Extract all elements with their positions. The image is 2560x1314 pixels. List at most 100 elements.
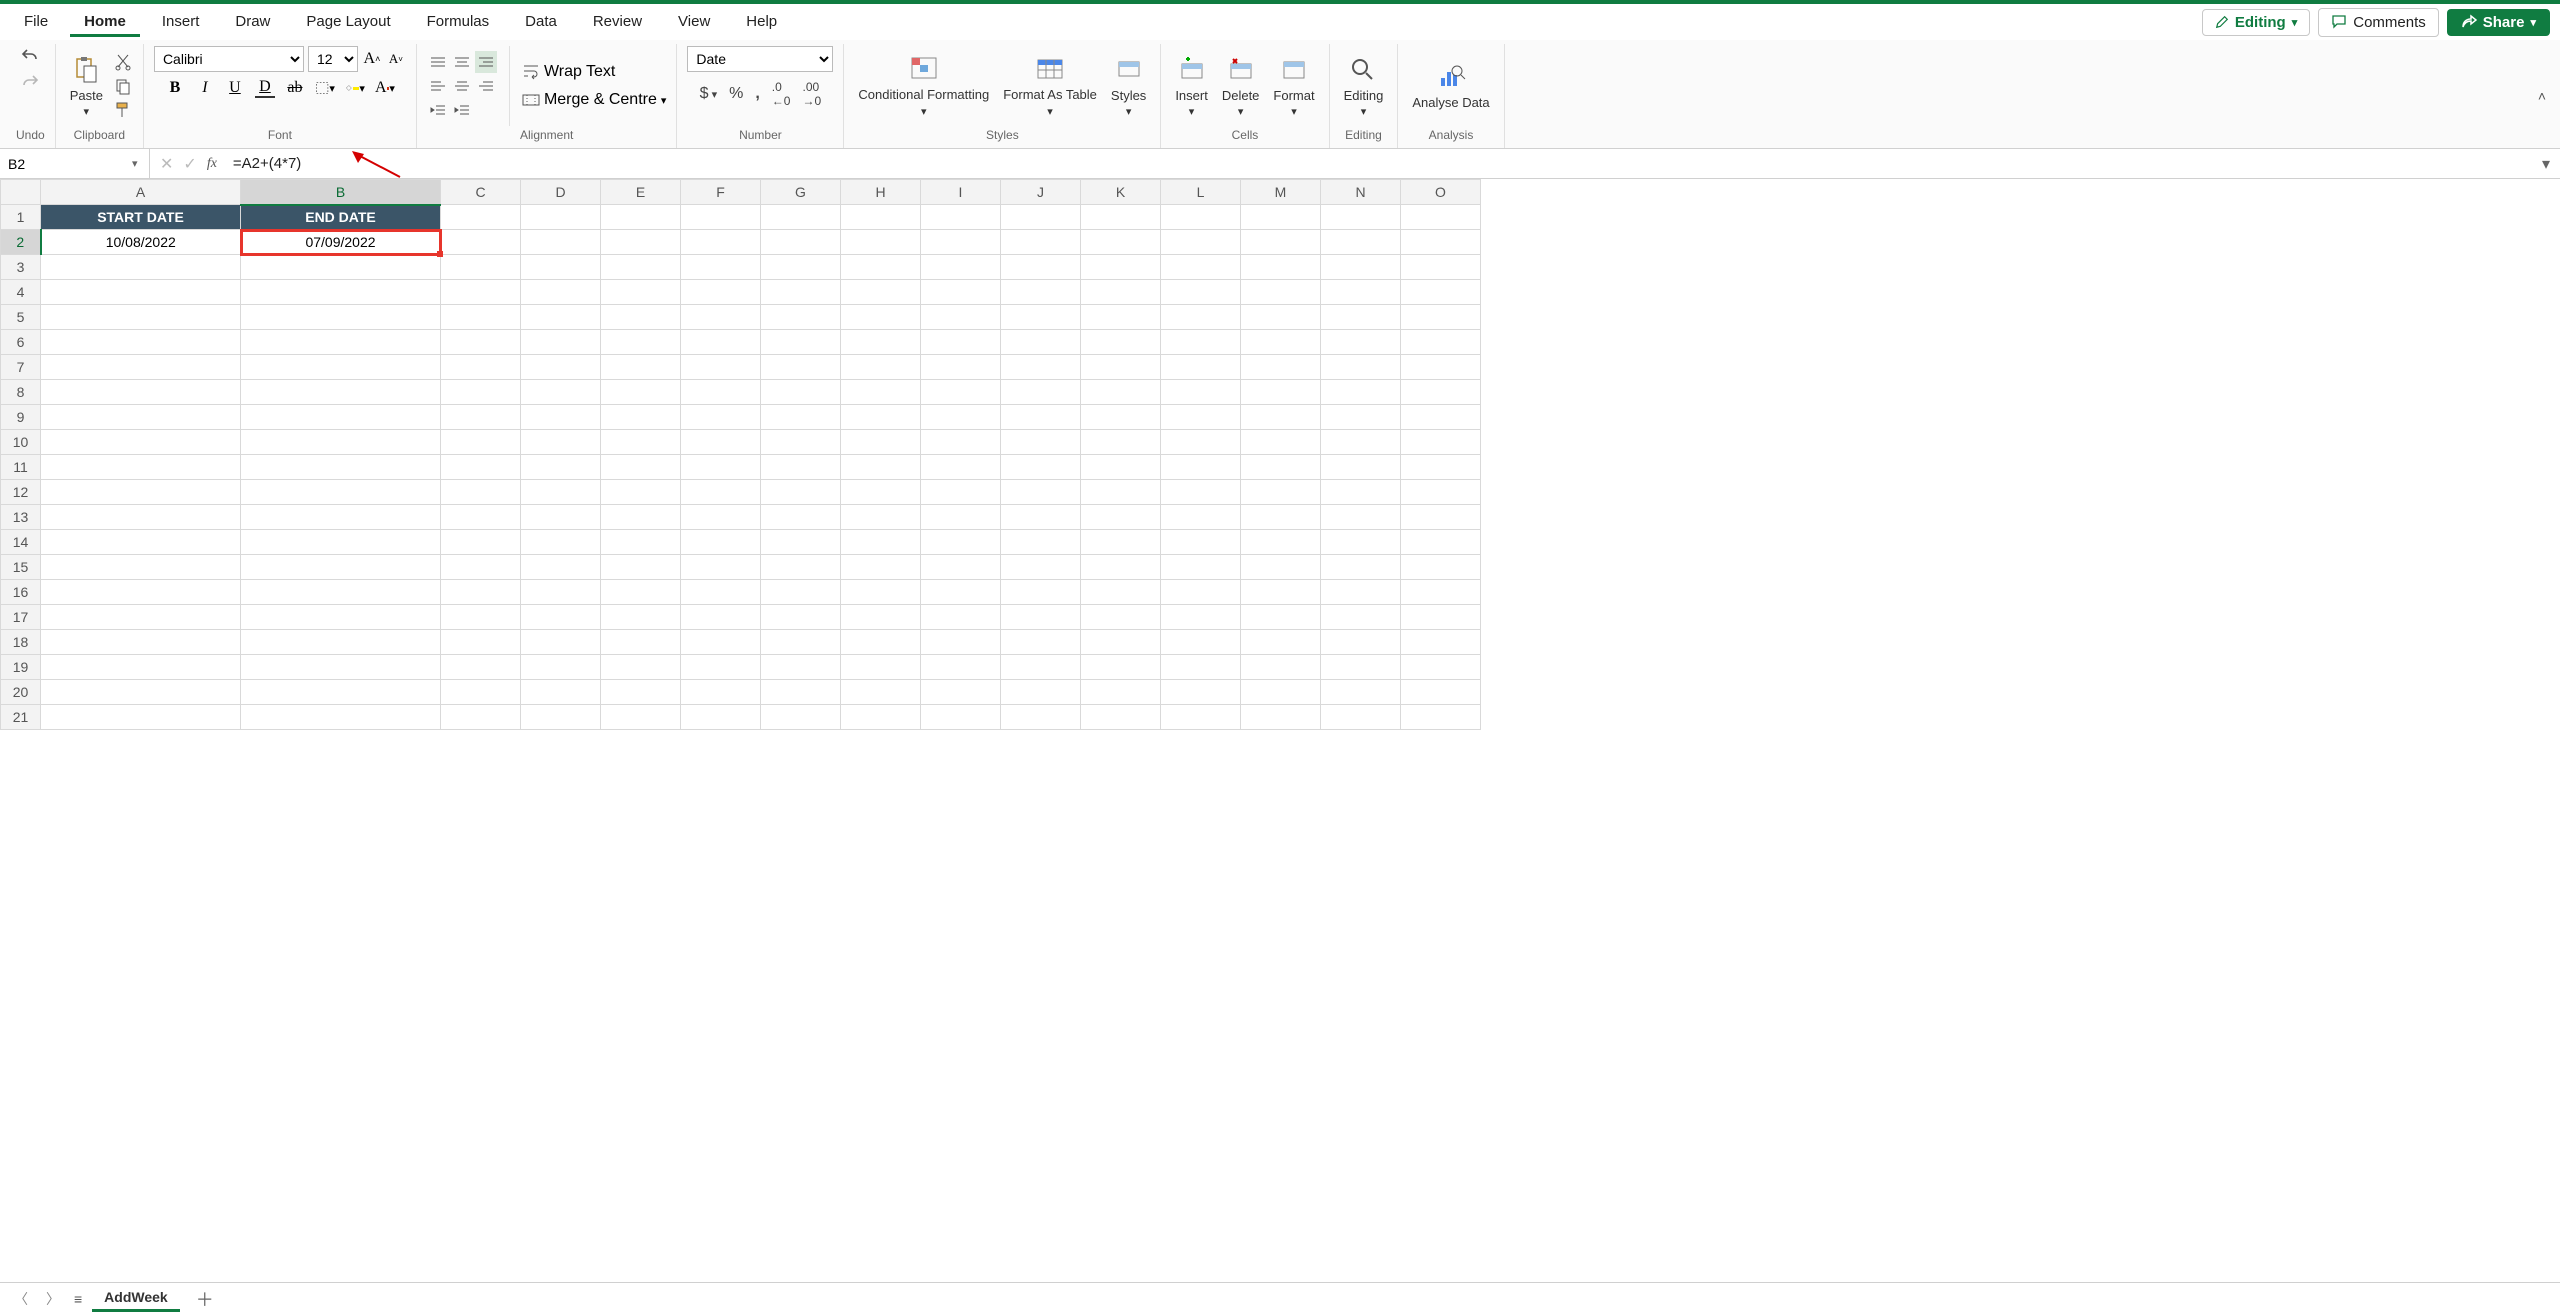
cell-M20[interactable] — [1241, 680, 1321, 705]
cell-F5[interactable] — [681, 305, 761, 330]
row-header-4[interactable]: 4 — [1, 280, 41, 305]
shrink-font-button[interactable]: A˅ — [386, 49, 406, 69]
align-top-right[interactable] — [475, 51, 497, 73]
cell-D14[interactable] — [521, 530, 601, 555]
cell-styles-button[interactable]: Styles▾ — [1107, 52, 1150, 120]
cell-L6[interactable] — [1161, 330, 1241, 355]
cell-K17[interactable] — [1081, 605, 1161, 630]
cell-N9[interactable] — [1321, 405, 1401, 430]
cell-G5[interactable] — [761, 305, 841, 330]
cell-L20[interactable] — [1161, 680, 1241, 705]
cell-H10[interactable] — [841, 430, 921, 455]
cell-F6[interactable] — [681, 330, 761, 355]
cell-K9[interactable] — [1081, 405, 1161, 430]
cell-M16[interactable] — [1241, 580, 1321, 605]
cell-M4[interactable] — [1241, 280, 1321, 305]
cell-I16[interactable] — [921, 580, 1001, 605]
decrease-decimal-button[interactable]: .00→0 — [802, 80, 821, 108]
cell-B10[interactable] — [241, 430, 441, 455]
cell-B2[interactable]: 07/09/2022 — [241, 230, 441, 255]
analyse-data-button[interactable]: Analyse Data — [1408, 60, 1493, 112]
cell-L11[interactable] — [1161, 455, 1241, 480]
cell-A11[interactable] — [41, 455, 241, 480]
cell-O11[interactable] — [1401, 455, 1481, 480]
cell-L21[interactable] — [1161, 705, 1241, 730]
cell-E14[interactable] — [601, 530, 681, 555]
cell-I17[interactable] — [921, 605, 1001, 630]
cell-B5[interactable] — [241, 305, 441, 330]
cell-L18[interactable] — [1161, 630, 1241, 655]
cell-M11[interactable] — [1241, 455, 1321, 480]
cell-F13[interactable] — [681, 505, 761, 530]
cell-E17[interactable] — [601, 605, 681, 630]
column-header-I[interactable]: I — [921, 180, 1001, 205]
cell-G20[interactable] — [761, 680, 841, 705]
cell-J12[interactable] — [1001, 480, 1081, 505]
cell-C2[interactable] — [441, 230, 521, 255]
cell-M15[interactable] — [1241, 555, 1321, 580]
cell-I19[interactable] — [921, 655, 1001, 680]
align-mid-center[interactable] — [451, 75, 473, 97]
cell-F14[interactable] — [681, 530, 761, 555]
percent-format-button[interactable]: % — [729, 85, 743, 103]
tab-formulas[interactable]: Formulas — [413, 7, 504, 37]
sheet-nav-prev[interactable]: 〈 — [10, 1289, 32, 1309]
cell-L14[interactable] — [1161, 530, 1241, 555]
cell-J18[interactable] — [1001, 630, 1081, 655]
cell-B19[interactable] — [241, 655, 441, 680]
cell-K3[interactable] — [1081, 255, 1161, 280]
cell-F7[interactable] — [681, 355, 761, 380]
cell-O18[interactable] — [1401, 630, 1481, 655]
cell-N6[interactable] — [1321, 330, 1401, 355]
delete-cells-button[interactable]: Delete▾ — [1218, 52, 1264, 120]
column-header-L[interactable]: L — [1161, 180, 1241, 205]
cell-K16[interactable] — [1081, 580, 1161, 605]
cell-N3[interactable] — [1321, 255, 1401, 280]
cell-L13[interactable] — [1161, 505, 1241, 530]
cell-K12[interactable] — [1081, 480, 1161, 505]
cell-C21[interactable] — [441, 705, 521, 730]
cell-D9[interactable] — [521, 405, 601, 430]
cell-C5[interactable] — [441, 305, 521, 330]
cell-L7[interactable] — [1161, 355, 1241, 380]
cell-A14[interactable] — [41, 530, 241, 555]
cell-J3[interactable] — [1001, 255, 1081, 280]
format-as-table-button[interactable]: Format As Table▾ — [999, 52, 1101, 119]
cell-C1[interactable] — [441, 205, 521, 230]
cell-G7[interactable] — [761, 355, 841, 380]
cell-K7[interactable] — [1081, 355, 1161, 380]
cell-D15[interactable] — [521, 555, 601, 580]
cell-N1[interactable] — [1321, 205, 1401, 230]
cell-E7[interactable] — [601, 355, 681, 380]
increase-indent[interactable] — [451, 99, 473, 121]
cell-C12[interactable] — [441, 480, 521, 505]
cell-B13[interactable] — [241, 505, 441, 530]
cell-F12[interactable] — [681, 480, 761, 505]
cell-B4[interactable] — [241, 280, 441, 305]
cell-C20[interactable] — [441, 680, 521, 705]
tab-file[interactable]: File — [10, 7, 62, 37]
cell-I7[interactable] — [921, 355, 1001, 380]
cell-E4[interactable] — [601, 280, 681, 305]
cell-H18[interactable] — [841, 630, 921, 655]
cell-H19[interactable] — [841, 655, 921, 680]
cell-I11[interactable] — [921, 455, 1001, 480]
cell-D13[interactable] — [521, 505, 601, 530]
cell-E20[interactable] — [601, 680, 681, 705]
row-header-15[interactable]: 15 — [1, 555, 41, 580]
cell-O20[interactable] — [1401, 680, 1481, 705]
cell-N20[interactable] — [1321, 680, 1401, 705]
row-header-14[interactable]: 14 — [1, 530, 41, 555]
cell-A17[interactable] — [41, 605, 241, 630]
cell-L19[interactable] — [1161, 655, 1241, 680]
cell-I5[interactable] — [921, 305, 1001, 330]
cell-H13[interactable] — [841, 505, 921, 530]
cell-D21[interactable] — [521, 705, 601, 730]
cell-D12[interactable] — [521, 480, 601, 505]
cell-A18[interactable] — [41, 630, 241, 655]
cell-L4[interactable] — [1161, 280, 1241, 305]
cell-L1[interactable] — [1161, 205, 1241, 230]
cell-L15[interactable] — [1161, 555, 1241, 580]
cell-F21[interactable] — [681, 705, 761, 730]
cell-O8[interactable] — [1401, 380, 1481, 405]
